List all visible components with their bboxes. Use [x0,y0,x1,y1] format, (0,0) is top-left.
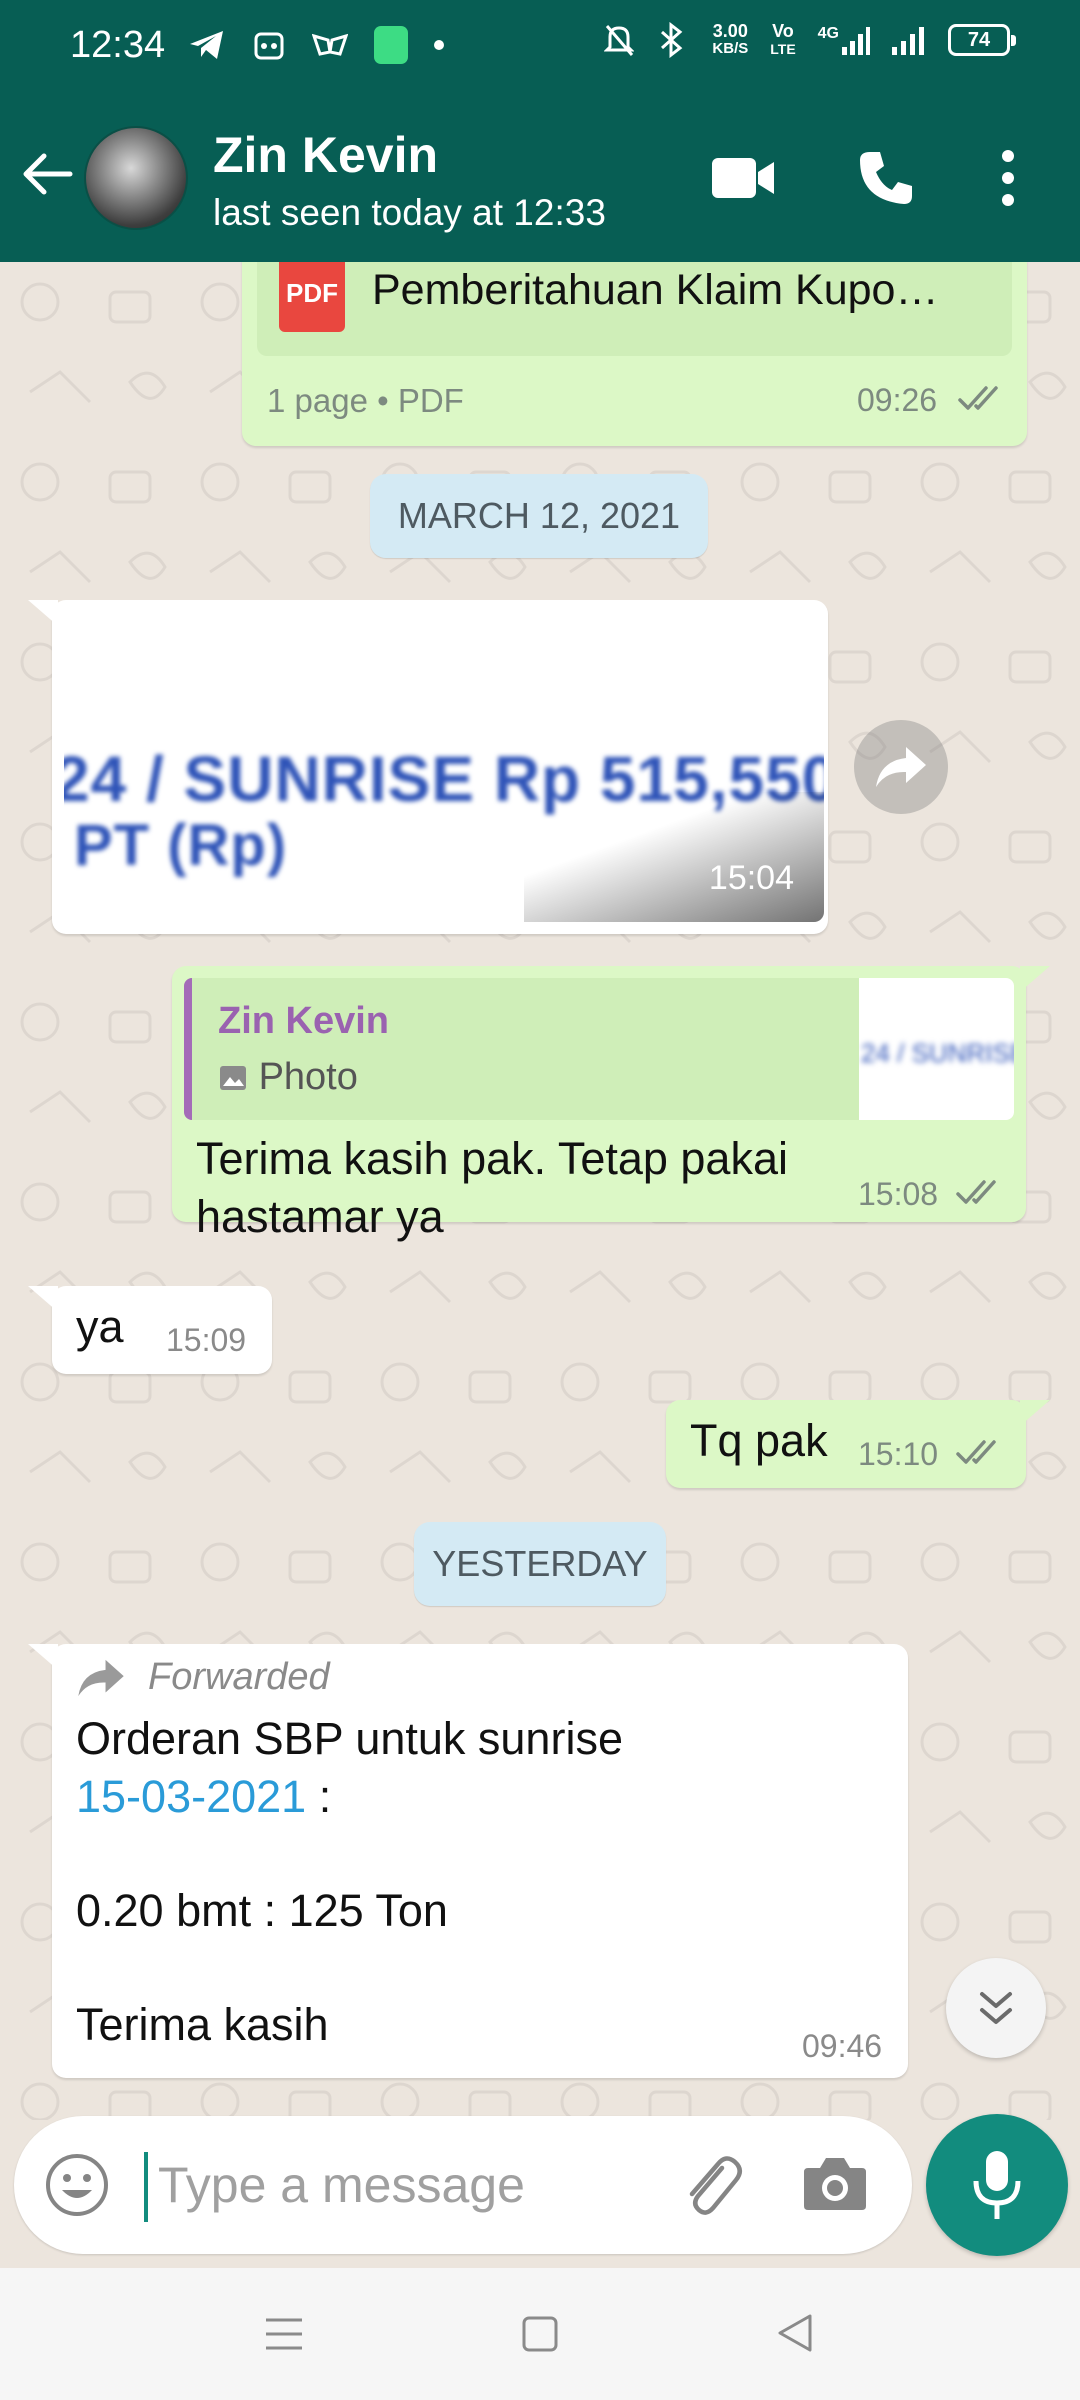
battery-indicator: 74 [948,24,1016,56]
system-navigation-bar [0,2268,1080,2400]
quoted-sender: Zin Kevin [218,1000,390,1042]
contact-name[interactable]: Zin Kevin [213,126,438,184]
message-time: 15:09 [166,1322,247,1358]
system-icons: 3.00 KB/S Vo LTE 4G 74 [604,21,1016,58]
app-notification-icon [254,32,284,60]
quote-accent-bar [184,978,192,1120]
contact-avatar[interactable] [84,126,188,230]
pdf-file-meta: 1 page • PDF [267,382,464,419]
more-vert-icon[interactable] [996,148,1020,208]
bubble-tail [28,1644,58,1670]
chat-header: Zin Kevin last seen today at 12:33 [0,96,1080,262]
bubble-tail [1020,1400,1050,1426]
signal-4g: 4G [818,25,870,55]
network-speed: 3.00 KB/S [712,21,749,57]
voice-message-button[interactable] [926,2114,1068,2256]
status-time: 12:34 [70,24,166,66]
forward-button[interactable] [854,720,948,814]
message-input[interactable] [144,2140,664,2230]
forward-icon [876,747,926,787]
double-check-icon [958,386,998,410]
image-message-bubble[interactable]: 24 / SUNRISE Rp 515,550, PT (Rp) 15:04 [52,600,828,934]
quoted-message[interactable]: Zin Kevin Photo 24 / SUNRISE Rp 515,550, [184,978,1014,1120]
pdf-file-icon: PDF [279,262,345,332]
photo-icon [220,1066,246,1090]
message-text: ya [76,1301,124,1352]
mute-bell-icon [604,25,635,56]
incoming-message-bubble[interactable]: ya 15:09 [52,1286,272,1374]
message-time: 09:46 [802,2028,883,2064]
volte-indicator: Vo LTE [770,21,796,57]
mic-icon [973,2151,1021,2219]
phone-icon[interactable] [856,148,916,208]
message-time: 15:08 [858,1176,939,1212]
message-composer [14,2116,912,2254]
emoji-icon[interactable] [44,2152,110,2218]
date-separator: MARCH 12, 2021 [370,474,708,558]
pdf-attachment[interactable]: PDF Pemberitahuan Klaim Kupo… [257,262,1012,356]
last-seen-status[interactable]: last seen today at 12:33 [213,192,606,234]
bluetooth-icon [661,22,683,58]
forwarded-label: Forwarded [148,1656,330,1698]
telegram-icon [190,31,223,59]
chat-area[interactable]: PDF Pemberitahuan Klaim Kupo… 1 page • P… [0,262,1080,2120]
double-check-icon [956,1180,996,1204]
message-time: 15:04 [708,859,794,897]
message-text: Orderan SBP untuk sunrise 15-03-2021 : 0… [76,1713,623,2050]
more-notifications-dot [434,40,444,50]
attach-icon[interactable] [678,2148,744,2220]
pdf-file-name: Pemberitahuan Klaim Kupo… [372,266,939,314]
signal-bars-2-icon [892,27,924,55]
forwarded-message-bubble[interactable]: Forwarded Orderan SBP untuk sunrise 15-0… [52,1644,908,2078]
nav-back-triangle-icon[interactable] [776,2312,816,2354]
scroll-to-bottom-button[interactable] [946,1958,1046,2058]
date-separator: YESTERDAY [414,1522,666,1606]
image-text-line-2: PT (Rp) [74,813,288,878]
status-bar: 12:34 3.00 KB/S Vo LTE 4G 74 [0,0,1080,96]
message-time: 09:26 [857,382,938,418]
quoted-type: Photo [218,1056,358,1099]
notification-icons [188,26,444,64]
app-badge-icon [374,26,408,64]
message-text: Terima kasih pak. Tetap pakai hastamar y… [196,1133,788,1242]
forwarded-arrow-icon [78,1659,124,1697]
outgoing-message-bubble[interactable]: Tq pak 15:10 [666,1400,1026,1488]
signal-bars-icon [842,27,870,55]
recent-apps-icon[interactable] [264,2314,304,2354]
back-arrow-icon[interactable] [20,146,76,202]
home-square-icon[interactable] [520,2314,560,2354]
image-preview[interactable]: 24 / SUNRISE Rp 515,550, PT (Rp) 15:04 [64,612,824,922]
camera-icon[interactable] [802,2152,868,2214]
bubble-tail [1020,966,1050,992]
bubble-tail [28,600,58,626]
reply-message-bubble[interactable]: Zin Kevin Photo 24 / SUNRISE Rp 515,550,… [172,966,1026,1242]
bubble-tail [28,1286,58,1312]
pdf-message-bubble[interactable]: PDF Pemberitahuan Klaim Kupo… 1 page • P… [242,262,1027,446]
date-link[interactable]: 15-03-2021 [76,1771,306,1822]
double-check-icon [956,1440,996,1464]
image-shadow [524,792,824,922]
double-chevron-down-icon [980,1992,1012,2024]
quoted-thumbnail: 24 / SUNRISE Rp 515,550, [859,978,1014,1120]
video-call-icon[interactable] [710,156,776,200]
mask-icon [312,33,348,56]
message-text: Tq pak [690,1415,828,1466]
message-time: 15:10 [858,1436,939,1472]
